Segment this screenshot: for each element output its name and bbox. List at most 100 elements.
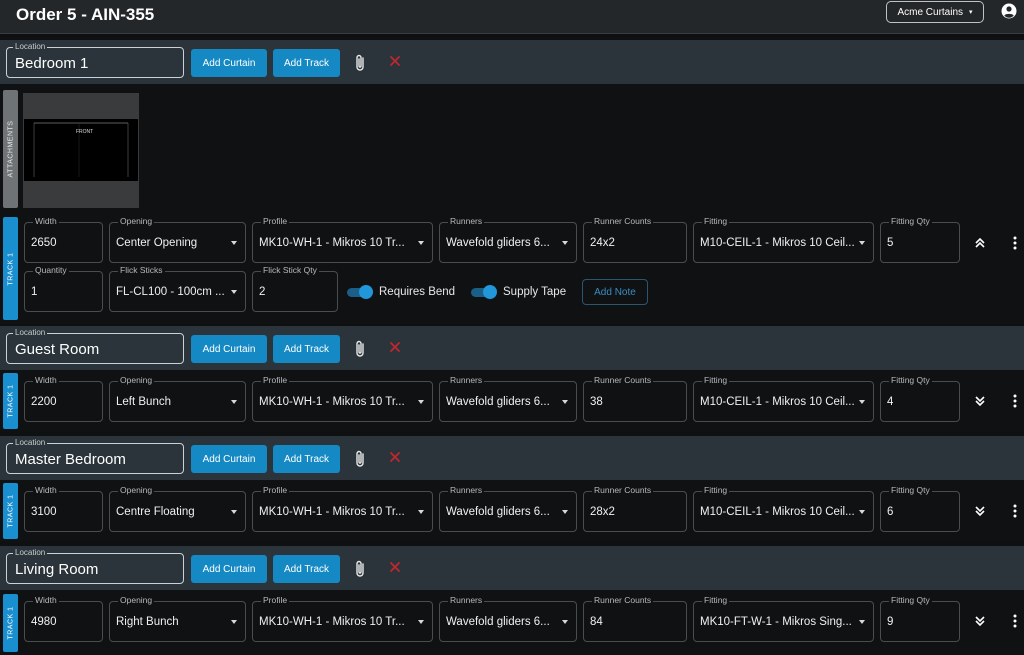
collapse-icon[interactable] xyxy=(974,237,986,249)
fitting-select[interactable]: Fitting M10-CEIL-1 - Mikros 10 Ceil... xyxy=(693,216,874,263)
expand-icon[interactable] xyxy=(974,505,986,517)
expand-icon[interactable] xyxy=(974,615,986,627)
fitting-label: Fitting xyxy=(702,595,730,605)
track-tab[interactable]: TRACK 1 xyxy=(3,594,18,652)
profile-value: MK10-WH-1 - Mikros 10 Tr... xyxy=(259,616,405,628)
width-value: 4980 xyxy=(31,616,57,628)
fitting-qty-field[interactable]: Fitting Qty 4 xyxy=(880,375,960,422)
runners-select[interactable]: Runners Wavefold gliders 6... xyxy=(439,375,577,422)
dropdown-arrow-icon xyxy=(231,290,237,294)
track-row-bedroom-1: TRACK 1 Width 2650 Opening Center Openin… xyxy=(0,214,1024,324)
opening-select[interactable]: Opening Left Bunch xyxy=(109,375,246,422)
fitting-select[interactable]: Fitting M10-CEIL-1 - Mikros 10 Ceil... xyxy=(693,375,874,422)
requires-bend-toggle[interactable] xyxy=(345,285,373,299)
add-curtain-button[interactable]: Add Curtain xyxy=(191,335,267,363)
runners-select[interactable]: Runners Wavefold gliders 6... xyxy=(439,595,577,642)
attachment-thumbnail[interactable]: FRONT xyxy=(23,93,139,208)
more-options-icon[interactable] xyxy=(1013,394,1017,408)
company-select[interactable]: Acme Curtains ▾ xyxy=(886,1,984,23)
dropdown-arrow-icon xyxy=(418,241,424,245)
flick-stick-qty-field[interactable]: Flick Stick Qty 2 xyxy=(252,265,338,312)
opening-value: Left Bunch xyxy=(116,396,171,408)
delete-icon[interactable] xyxy=(389,55,401,67)
runner-counts-field[interactable]: Runner Counts 24x2 xyxy=(583,216,687,263)
attachment-icon[interactable] xyxy=(354,450,368,468)
dropdown-arrow-icon xyxy=(859,400,865,404)
fitting-qty-field[interactable]: Fitting Qty 5 xyxy=(880,216,960,263)
supply-tape-toggle[interactable] xyxy=(469,285,497,299)
track-tab[interactable]: TRACK 1 xyxy=(3,373,18,429)
fitting-qty-value: 5 xyxy=(887,237,894,249)
width-field[interactable]: Width 2200 xyxy=(24,375,103,422)
quantity-field[interactable]: Quantity 1 xyxy=(24,265,103,312)
runner-counts-label: Runner Counts xyxy=(592,375,654,385)
location-field-label: Location xyxy=(13,438,48,447)
location-name-field[interactable]: Location Guest Room xyxy=(6,328,184,364)
runner-counts-field[interactable]: Runner Counts 38 xyxy=(583,375,687,422)
add-track-button[interactable]: Add Track xyxy=(273,555,340,583)
attachment-icon[interactable] xyxy=(354,340,368,358)
add-track-button[interactable]: Add Track xyxy=(273,335,340,363)
page-title: Order 5 - AIN-355 xyxy=(16,5,155,24)
add-curtain-button[interactable]: Add Curtain xyxy=(191,445,267,473)
fitting-qty-field[interactable]: Fitting Qty 9 xyxy=(880,595,960,642)
fitting-qty-field[interactable]: Fitting Qty 6 xyxy=(880,485,960,532)
dropdown-arrow-icon xyxy=(418,510,424,514)
flick-sticks-select[interactable]: Flick Sticks FL-CL100 - 100cm ... xyxy=(109,265,246,312)
add-curtain-button[interactable]: Add Curtain xyxy=(191,555,267,583)
runners-value: Wavefold gliders 6... xyxy=(446,506,550,518)
location-name-field[interactable]: Location Bedroom 1 xyxy=(6,42,184,78)
runner-counts-value: 38 xyxy=(590,396,603,408)
opening-label: Opening xyxy=(118,595,155,605)
dropdown-arrow-icon xyxy=(562,510,568,514)
profile-label: Profile xyxy=(261,485,290,495)
profile-value: MK10-WH-1 - Mikros 10 Tr... xyxy=(259,396,405,408)
profile-select[interactable]: Profile MK10-WH-1 - Mikros 10 Tr... xyxy=(252,375,433,422)
more-options-icon[interactable] xyxy=(1013,504,1017,518)
delete-icon[interactable] xyxy=(389,561,401,573)
fitting-qty-label: Fitting Qty xyxy=(889,216,932,226)
add-track-button[interactable]: Add Track xyxy=(273,445,340,473)
opening-label: Opening xyxy=(118,485,155,495)
expand-icon[interactable] xyxy=(974,395,986,407)
delete-icon[interactable] xyxy=(389,341,401,353)
fitting-value: M10-CEIL-1 - Mikros 10 Ceil... xyxy=(700,506,855,518)
attachment-icon[interactable] xyxy=(354,560,368,578)
width-label: Width xyxy=(33,375,59,385)
profile-select[interactable]: Profile MK10-WH-1 - Mikros 10 Tr... xyxy=(252,595,433,642)
fitting-select[interactable]: Fitting M10-CEIL-1 - Mikros 10 Ceil... xyxy=(693,485,874,532)
track-tab[interactable]: TRACK 1 xyxy=(3,217,18,320)
opening-select[interactable]: Opening Right Bunch xyxy=(109,595,246,642)
add-note-button[interactable]: Add Note xyxy=(582,279,648,305)
runners-select[interactable]: Runners Wavefold gliders 6... xyxy=(439,216,577,263)
add-track-button[interactable]: Add Track xyxy=(273,49,340,77)
profile-select[interactable]: Profile MK10-WH-1 - Mikros 10 Tr... xyxy=(252,485,433,532)
dropdown-arrow-icon xyxy=(231,400,237,404)
location-name-field[interactable]: Location Master Bedroom xyxy=(6,438,184,474)
opening-select[interactable]: Opening Center Opening xyxy=(109,216,246,263)
attachments-tab[interactable]: ATTACHMENTS xyxy=(3,90,18,208)
more-options-icon[interactable] xyxy=(1013,236,1017,250)
location-name-value: Guest Room xyxy=(15,341,100,358)
track-tab[interactable]: TRACK 1 xyxy=(3,483,18,539)
runners-select[interactable]: Runners Wavefold gliders 6... xyxy=(439,485,577,532)
toggle-knob xyxy=(359,285,373,299)
location-name-field[interactable]: Location Living Room xyxy=(6,548,184,584)
runner-counts-field[interactable]: Runner Counts 28x2 xyxy=(583,485,687,532)
track-row-living-room: TRACK 1 Width 4980 Opening Right Bunch P… xyxy=(0,590,1024,655)
attachment-icon[interactable] xyxy=(354,54,368,72)
account-icon[interactable] xyxy=(1001,3,1017,19)
add-curtain-button[interactable]: Add Curtain xyxy=(191,49,267,77)
width-field[interactable]: Width 3100 xyxy=(24,485,103,532)
runner-counts-field[interactable]: Runner Counts 84 xyxy=(583,595,687,642)
width-field[interactable]: Width 4980 xyxy=(24,595,103,642)
opening-select[interactable]: Opening Centre Floating xyxy=(109,485,246,532)
caret-down-icon: ▾ xyxy=(969,9,973,16)
more-options-icon[interactable] xyxy=(1013,614,1017,628)
flick-sticks-label: Flick Sticks xyxy=(118,265,165,275)
profile-value: MK10-WH-1 - Mikros 10 Tr... xyxy=(259,506,405,518)
width-field[interactable]: Width 2650 xyxy=(24,216,103,263)
delete-icon[interactable] xyxy=(389,451,401,463)
fitting-select[interactable]: Fitting MK10-FT-W-1 - Mikros Sing... xyxy=(693,595,874,642)
profile-select[interactable]: Profile MK10-WH-1 - Mikros 10 Tr... xyxy=(252,216,433,263)
